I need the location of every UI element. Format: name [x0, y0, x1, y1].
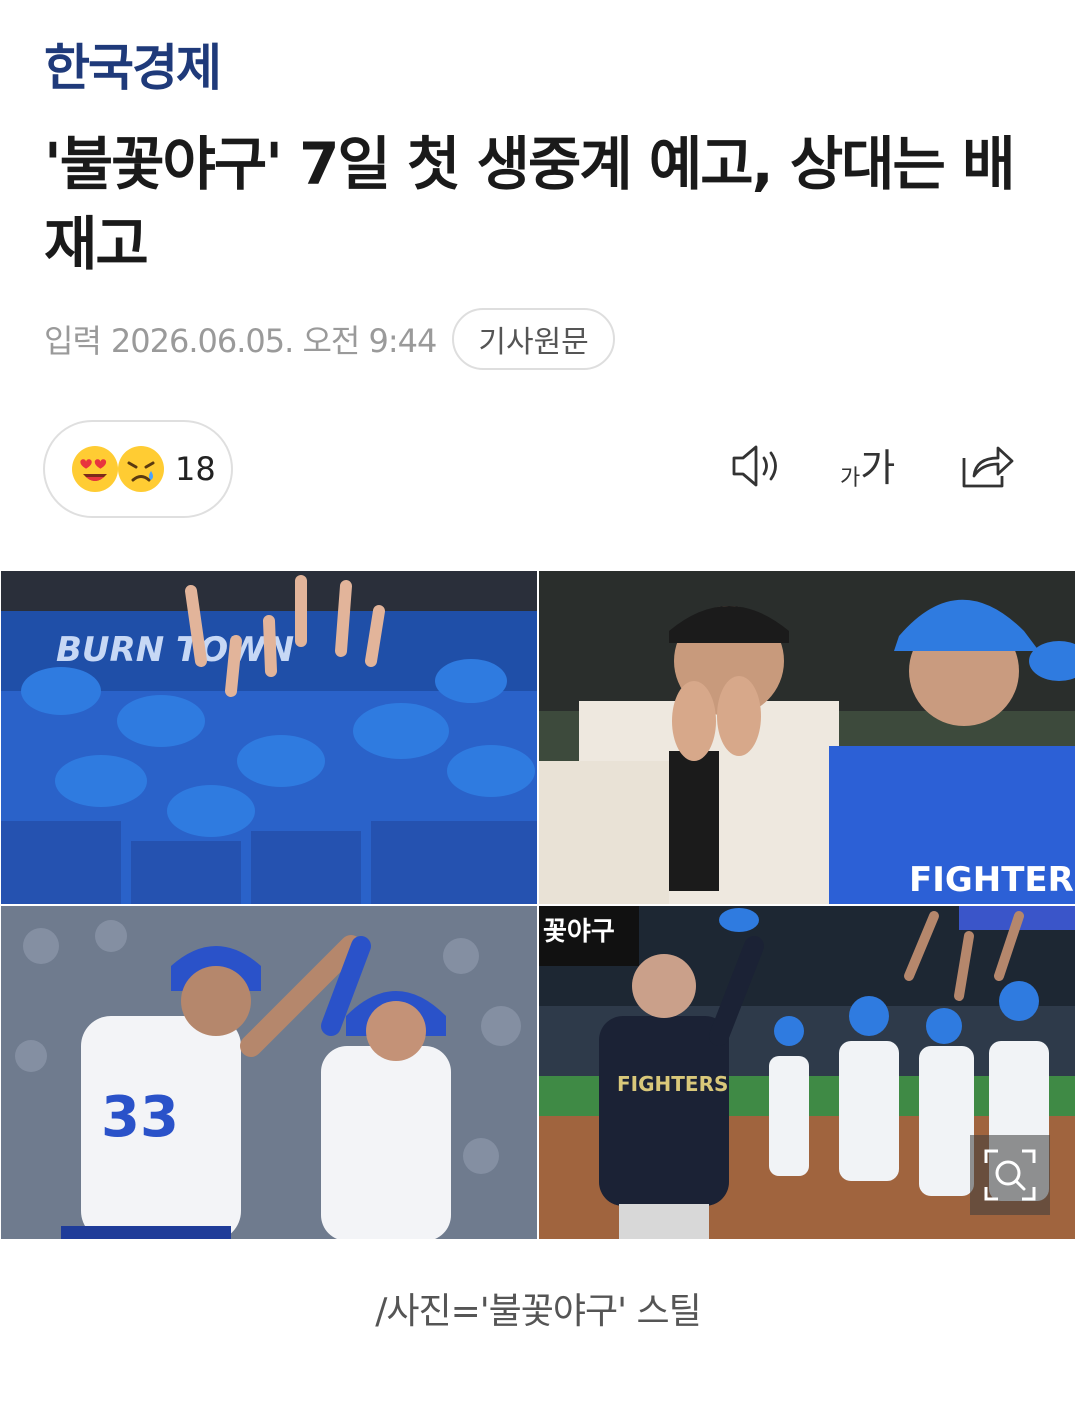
fighters-jersey-text: FIGHTERS	[909, 860, 1076, 900]
photo-team-huddle[interactable]: BURN TOWN	[0, 570, 538, 905]
reaction-count: 18	[175, 450, 216, 488]
article-title: '불꽃야구' 7일 첫 생중계 예고, 상대는 배재고	[44, 130, 1015, 278]
team-huddle-image: BURN TOWN	[1, 571, 537, 904]
svg-text:33: 33	[101, 1085, 179, 1150]
coach-high-five-image: 8 FIGHTERS	[539, 571, 1076, 904]
burn-town-banner: BURN TOWN	[56, 630, 294, 670]
share-icon	[962, 446, 1014, 488]
font-size-button[interactable]: 가 가	[840, 440, 895, 492]
article-meta: 입력 2026.06.05. 오전 9:44 기사원문	[44, 308, 615, 370]
svg-text:FIGHTERS: FIGHTERS	[617, 1072, 728, 1096]
heart-eyes-emoji-icon	[72, 446, 118, 492]
font-size-small-label: 가	[840, 466, 861, 491]
font-size-big-label: 가	[860, 446, 896, 490]
speaker-icon	[732, 445, 777, 487]
photo-batter-high-five[interactable]: 33	[0, 905, 538, 1240]
photo-coach-high-five[interactable]: 8 FIGHTERS	[538, 570, 1076, 905]
share-button[interactable]	[960, 440, 1016, 496]
brand-logo[interactable]: 한국경제	[44, 28, 222, 100]
input-label: 입력	[44, 322, 102, 360]
text-to-speech-button[interactable]	[728, 440, 784, 496]
original-article-button[interactable]: 기사원문	[452, 308, 615, 370]
crying-emoji-icon	[118, 446, 164, 492]
zoom-search-icon	[984, 1149, 1036, 1201]
gallery-zoom-button[interactable]	[970, 1135, 1050, 1215]
photo-gallery[interactable]: BURN TOWN FIGHTER 33 꽃야구 FIGHTERS	[0, 570, 1076, 1240]
reaction-button[interactable]: 18	[43, 420, 233, 518]
scoreboard-text: 꽃야구	[543, 917, 615, 947]
batter-high-five-image: 33	[1, 906, 537, 1239]
photo-caption: /사진='불꽃야구' 스틸	[375, 1291, 702, 1332]
publish-date: 2026.06.05. 오전 9:44	[110, 322, 437, 360]
